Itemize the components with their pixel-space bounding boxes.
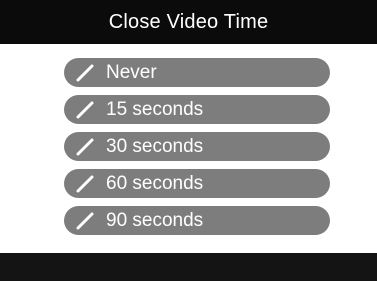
option-15-seconds[interactable]: 15 seconds [64,95,330,124]
bottom-bar [0,253,377,281]
checkmark-icon [74,63,100,83]
option-never[interactable]: Never [64,58,330,87]
close-video-time-menu: Never 15 seconds 30 seconds 60 seconds 9… [0,44,377,253]
checkmark-icon [74,211,100,231]
option-label: 15 seconds [106,99,204,120]
title-bar: Close Video Time [0,0,377,44]
checkmark-icon [74,100,100,120]
option-60-seconds[interactable]: 60 seconds [64,169,330,198]
option-label: 90 seconds [106,210,204,231]
option-30-seconds[interactable]: 30 seconds [64,132,330,161]
option-label: 30 seconds [106,136,204,157]
page-title: Close Video Time [108,10,269,33]
option-90-seconds[interactable]: 90 seconds [64,206,330,235]
option-label: 60 seconds [106,173,204,194]
checkmark-icon [74,137,100,157]
option-label: Never [106,62,157,83]
checkmark-icon [74,174,100,194]
